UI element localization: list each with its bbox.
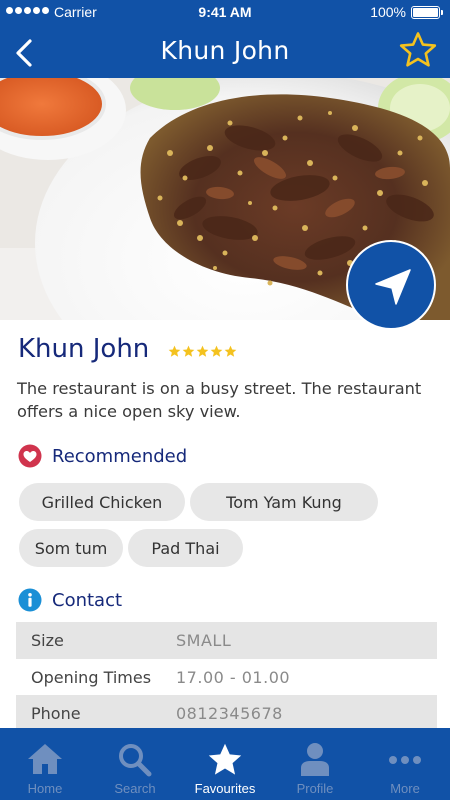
battery-percentage: 100% [370,4,406,20]
rating-star-icon [168,345,181,357]
restaurant-name: Khun John [18,334,150,364]
contact-row-phone[interactable]: Phone 0812345678 [16,695,437,732]
tab-bar: Home Search Favourites Profile More [0,728,450,800]
recommended-chip[interactable]: Pad Thai [128,529,243,567]
contact-label: Contact [52,589,123,611]
rating-star-icon [210,345,223,357]
home-icon [28,744,62,774]
contact-row-value[interactable]: 0812345678 [176,704,283,723]
tab-profile[interactable]: Profile [270,728,360,800]
search-icon [119,744,152,777]
recommended-chip[interactable]: Grilled Chicken [19,483,185,521]
contact-table: Size SMALL Opening Times 17.00 - 01.00 P… [16,622,437,732]
contact-row-label: Phone [31,704,81,723]
contact-row-value: SMALL [176,631,232,650]
info-icon [18,588,42,612]
tab-home[interactable]: Home [0,728,90,800]
contact-row-value: 17.00 - 01.00 [176,667,291,687]
back-button[interactable] [8,36,42,70]
recommended-chip[interactable]: Som tum [19,529,123,567]
contact-row-label: Opening Times [31,667,152,687]
tab-favourites[interactable]: Favourites [180,728,270,800]
navigate-button[interactable] [346,240,436,330]
contact-row-label: Size [31,631,64,650]
rating-star-icon [182,345,195,357]
star-icon [208,743,242,775]
navigation-arrow-icon [375,269,411,305]
tab-label: Favourites [194,781,256,796]
restaurant-description: The restaurant is on a busy street. The … [17,379,422,421]
rating-star-icon [196,345,209,357]
tab-label: More [390,781,420,796]
battery-icon [411,6,443,19]
chevron-left-icon [16,39,32,67]
recommended-label: Recommended [52,445,188,467]
contact-row-size: Size SMALL [16,622,437,659]
tab-label: Profile [296,781,334,796]
status-bar: Carrier 9:41 AM 100% [0,0,450,24]
star-outline-icon [399,32,437,67]
top-bar: Carrier 9:41 AM 100% Khun John [0,0,450,78]
page-title: Khun John [160,36,290,65]
contact-row-opening-times: Opening Times 17.00 - 01.00 [16,659,437,696]
profile-icon [301,743,329,776]
rating-stars [168,345,237,358]
favorite-button[interactable] [398,30,438,70]
contact-heading: Contact [18,588,122,612]
tab-label: Home [27,781,63,796]
recommended-chip[interactable]: Tom Yam Kung [190,483,378,521]
tab-more[interactable]: More [360,728,450,800]
rating-star-icon [224,345,237,357]
tab-search[interactable]: Search [90,728,180,800]
recommended-heading: Recommended [18,444,187,468]
tab-label: Search [114,781,156,796]
heart-icon [18,444,42,468]
more-icon [389,756,421,764]
